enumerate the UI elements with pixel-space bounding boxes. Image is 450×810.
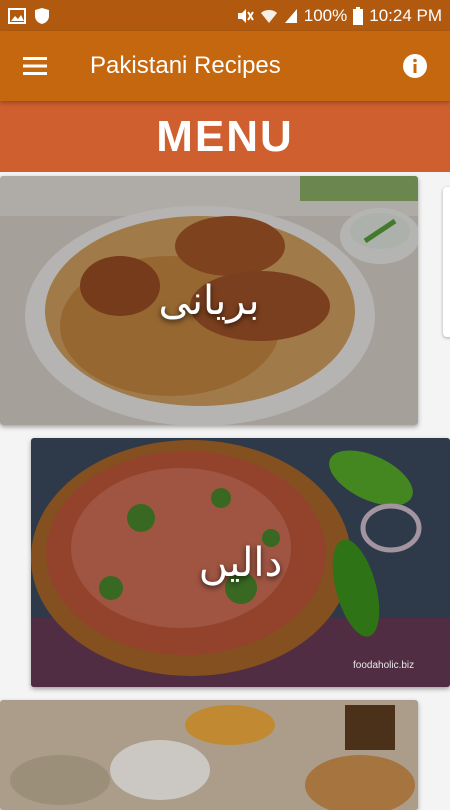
shield-icon [34, 7, 50, 25]
recipe-card-fastfood[interactable] [0, 700, 418, 810]
mute-icon [236, 7, 254, 25]
recipe-card-daal[interactable]: foodaholic.biz دالیں [31, 438, 450, 687]
battery-icon [353, 6, 364, 25]
fastfood-image [0, 700, 418, 810]
recipe-card-biryani[interactable]: بریانی [0, 176, 418, 425]
image-icon [8, 7, 26, 24]
menu-header: MENU [0, 101, 450, 172]
hamburger-menu-button[interactable] [0, 31, 70, 101]
wifi-icon [260, 8, 278, 24]
info-button[interactable] [380, 31, 450, 101]
status-bar: 100% 10:24 PM [0, 0, 450, 31]
app-bar: Pakistani Recipes [0, 31, 450, 101]
card-label-daal: دالیں [198, 539, 283, 586]
app-title: Pakistani Recipes [90, 52, 281, 79]
card-label-biryani: بریانی [158, 277, 260, 324]
info-icon [403, 54, 427, 78]
clock: 10:24 PM [369, 5, 442, 25]
menu-title: MENU [156, 111, 294, 161]
battery-percent: 100% [303, 5, 348, 25]
signal-icon [284, 8, 298, 24]
side-card-edge [443, 187, 450, 337]
hamburger-icon [23, 57, 47, 75]
